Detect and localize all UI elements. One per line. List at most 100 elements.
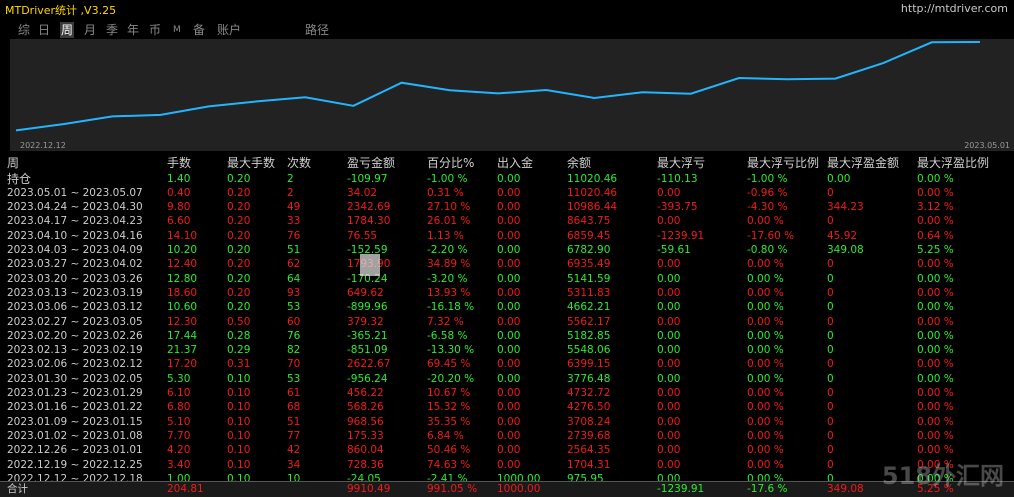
cell-lots: 6.60 xyxy=(167,215,191,228)
table-row[interactable]: 2023.02.20 ~ 2023.02.26 17.44 0.28 76 -365.2… xyxy=(0,330,1014,343)
table-row[interactable]: 2023.03.27 ~ 2023.04.0212.400.20621793.9… xyxy=(0,258,1014,271)
column-header[interactable]: 周 xyxy=(7,157,19,170)
cell-mfep: 0.00 % xyxy=(917,415,954,428)
table-row[interactable]: 2023.01.23 ~ 2023.01.29 6.10 0.10 61 456.22 1… xyxy=(0,387,1014,400)
cell-pct: 50.46 % xyxy=(427,444,471,457)
cell-bal: 5141.59 xyxy=(567,272,611,285)
tab-3[interactable]: 月 xyxy=(84,22,96,38)
table-row[interactable]: 2023.02.06 ~ 2023.02.12 17.20 0.31 70 2622.6… xyxy=(0,358,1014,371)
cell-mfe: 0 xyxy=(827,186,834,199)
tab-5[interactable]: 年 xyxy=(127,22,139,38)
cell-count: 33 xyxy=(287,215,301,228)
cell-io: 0.00 xyxy=(497,286,521,299)
cell-mddp: 0.00 % xyxy=(747,372,784,385)
cell-bal: 6782.90 xyxy=(567,244,611,256)
table-row[interactable]: 2023.02.13 ~ 2023.02.19 21.37 0.29 82 -851.0… xyxy=(0,344,1014,357)
column-header[interactable]: 最大浮盈比例 xyxy=(917,157,989,170)
cell-lots: 0.40 xyxy=(167,186,191,199)
tab-10[interactable]: 路径 xyxy=(305,22,329,38)
cell-mfe: 0 xyxy=(827,372,834,385)
column-header[interactable]: 出入金 xyxy=(497,157,533,170)
table-row[interactable]: 2022.12.26 ~ 2023.01.01 4.20 0.10 42 860.04 5… xyxy=(0,444,1014,457)
cell-period: 2023.05.01 ~ 2023.05.07 xyxy=(7,186,143,199)
tab-1[interactable]: 日 xyxy=(38,22,50,38)
cell-pct: 69.45 % xyxy=(427,358,471,371)
cell-mddp: 0.00 % xyxy=(747,301,784,314)
cell-io: 0.00 xyxy=(497,372,521,385)
cell-lots: 12.30 xyxy=(167,315,198,328)
column-header[interactable]: 最大手数 xyxy=(227,157,275,170)
tab-2[interactable]: 周 xyxy=(60,22,75,38)
table-row[interactable]: 2023.05.01 ~ 2023.05.07 0.40 0.20 2 34.02 0.3… xyxy=(0,187,1014,200)
cell-pct: 1.13 % xyxy=(427,229,464,242)
cell-mddp: 0.00 % xyxy=(747,358,784,371)
table-row[interactable]: 2023.01.02 ~ 2023.01.08 7.70 0.10 77 175.33 6… xyxy=(0,430,1014,443)
cell-mddp: 0.00 % xyxy=(747,272,784,285)
cell-period: 2022.12.19 ~ 2022.12.25 xyxy=(7,458,143,471)
table-row[interactable]: 2023.04.24 ~ 2023.04.30 9.80 0.20 49 2342.69… xyxy=(0,201,1014,214)
column-header[interactable]: 余额 xyxy=(567,157,591,170)
table-row[interactable]: 2022.12.19 ~ 2022.12.25 3.40 0.10 34 728.36 7… xyxy=(0,459,1014,472)
cell-pnl: 175.33 xyxy=(347,429,384,442)
cell-maxlots: 0.20 xyxy=(227,286,251,299)
column-header[interactable]: 手数 xyxy=(167,157,191,170)
cell-mfe: 0 xyxy=(827,344,834,357)
cell-pnl: -109.97 xyxy=(347,172,388,185)
cell-period: 2023.03.20 ~ 2023.03.26 xyxy=(7,272,143,285)
column-header[interactable]: 盈亏金额 xyxy=(347,157,395,170)
cell-maxlots: 0.20 xyxy=(227,244,251,256)
cell-mfep: 0.00 % xyxy=(917,286,954,299)
cell-period: 持仓 xyxy=(7,171,32,186)
website-link[interactable]: http://mtdriver.com xyxy=(901,2,1008,15)
cell-mfep: 3.12 % xyxy=(917,201,954,214)
cell-pct: 35.35 % xyxy=(427,415,471,428)
table-row[interactable]: 2023.01.30 ~ 2023.02.05 5.30 0.10 53 -956.24… xyxy=(0,373,1014,386)
cell-count: 77 xyxy=(287,429,301,442)
cell-mfe: 0 xyxy=(827,301,834,314)
cell-io: 0.00 xyxy=(497,201,521,214)
table-row[interactable]: 2023.04.10 ~ 2023.04.16 14.10 0.20 76 76.55 1… xyxy=(0,230,1014,243)
tab-6[interactable]: 币 xyxy=(149,22,161,38)
cell-pct: 10.67 % xyxy=(427,387,471,399)
table-row[interactable]: 2023.01.16 ~ 2023.01.22 6.80 0.10 68 568.26 1… xyxy=(0,401,1014,414)
cell-lots: 12.40 xyxy=(167,258,198,271)
table-row[interactable]: 2023.01.09 ~ 2023.01.15 5.10 0.10 51 968.56 3… xyxy=(0,416,1014,429)
tab-9[interactable]: 账户 xyxy=(217,22,241,38)
cell-count: 82 xyxy=(287,344,301,357)
table-row[interactable]: 2023.02.27 ~ 2023.03.05 12.30 0.50 60 379.32… xyxy=(0,316,1014,329)
cell-mfep: 0.00 % xyxy=(917,358,954,371)
cell-mddp: 0.00 % xyxy=(747,286,784,299)
cell-maxlots: 0.20 xyxy=(227,229,251,242)
cell-count: 34 xyxy=(287,458,301,471)
table-row[interactable]: 2023.03.06 ~ 2023.03.12 10.60 0.20 53 -899.9… xyxy=(0,301,1014,314)
cell-period: 2022.12.26 ~ 2023.01.01 xyxy=(7,444,143,457)
tab-0[interactable]: 综 xyxy=(18,22,30,38)
column-header[interactable]: 最大浮亏比例 xyxy=(747,157,819,170)
cell-mfep: 0.00 % xyxy=(917,372,954,385)
table-row[interactable]: 2023.04.03 ~ 2023.04.09 10.20 0.20 51 -152.5… xyxy=(0,244,1014,257)
tab-4[interactable]: 季 xyxy=(106,22,118,38)
table-row[interactable]: 持仓 1.40 0.20 2 -109.97 -1.00 % 0.00 11020.46 -11… xyxy=(0,171,1014,186)
cell-lots: 17.20 xyxy=(167,358,198,371)
column-header[interactable]: 最大浮亏 xyxy=(657,157,705,170)
table-row[interactable]: 2023.03.13 ~ 2023.03.19 18.60 0.20 93 649.62… xyxy=(0,287,1014,300)
cell-mddp: 0.00 % xyxy=(747,458,784,471)
cell-pct: 7.32 % xyxy=(427,315,464,328)
cell-pct: -3.20 % xyxy=(427,272,468,285)
column-header[interactable]: 百分比% xyxy=(427,157,474,170)
cell-mdd: 0.00 xyxy=(657,401,681,414)
tab-8[interactable]: 备 xyxy=(193,22,205,38)
cell-bal: 1704.31 xyxy=(567,458,611,471)
cell-bal: 6859.45 xyxy=(567,229,611,242)
tab-7[interactable]: M xyxy=(173,22,181,38)
table-row[interactable]: 2023.03.20 ~ 2023.03.26 12.80 0.20 64 -170.2… xyxy=(0,273,1014,286)
cell-mfep: 0.00 % xyxy=(917,401,954,414)
cell-pnl: 456.22 xyxy=(347,387,384,399)
cell-count: 62 xyxy=(287,258,301,271)
cell-count: 76 xyxy=(287,229,301,242)
cell-period: 2023.02.13 ~ 2023.02.19 xyxy=(7,344,143,357)
column-header[interactable]: 次数 xyxy=(287,157,311,170)
cell-count: 2 xyxy=(287,186,294,199)
table-row[interactable]: 2023.04.17 ~ 2023.04.23 6.60 0.20 33 1784.30… xyxy=(0,215,1014,228)
column-header[interactable]: 最大浮盈金额 xyxy=(827,157,899,170)
